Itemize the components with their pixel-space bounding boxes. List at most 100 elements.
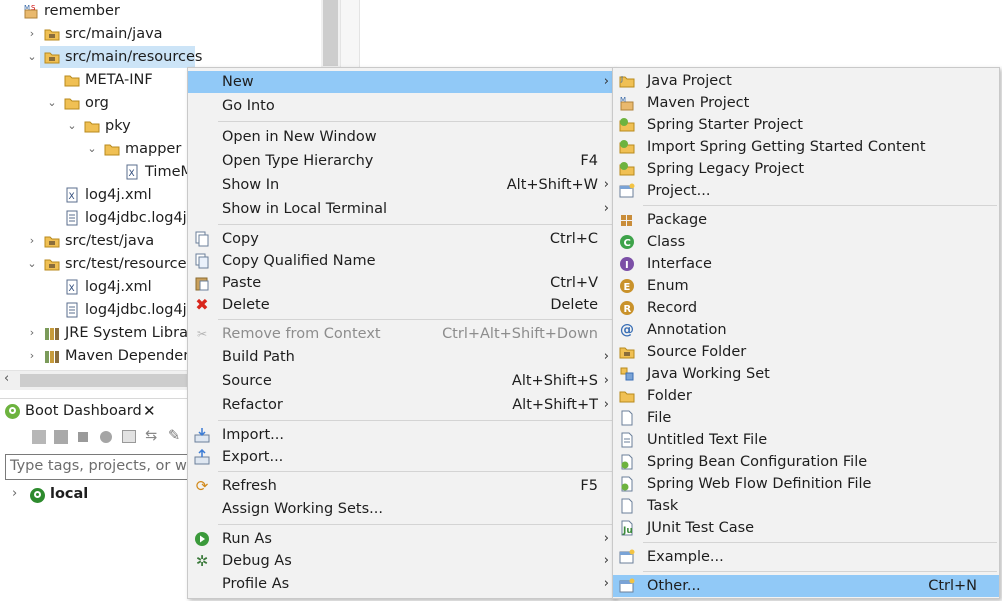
menu-item-new[interactable]: New › <box>188 71 614 93</box>
remove-context-icon: ✂ <box>196 327 208 341</box>
menu-shortcut: Ctrl+C <box>549 231 598 247</box>
chevron-down-icon[interactable]: ⌄ <box>87 138 97 160</box>
menu-item-open-type-hierarchy[interactable]: Open Type Hierarchy F4 <box>188 150 614 172</box>
menu-item-spring-web-flow[interactable]: Spring Web Flow Definition File <box>613 473 999 495</box>
menu-label: Delete <box>222 297 270 313</box>
menu-label: Class <box>647 234 686 250</box>
chevron-right-icon: › <box>603 397 609 412</box>
menu-item-java-project[interactable]: J Java Project <box>613 70 999 92</box>
menu-label: Project... <box>647 183 711 199</box>
menu-item-copy-qualified-name[interactable]: Copy Qualified Name <box>188 250 614 272</box>
menu-item-copy[interactable]: Copy Ctrl+C <box>188 228 614 250</box>
menu-item-show-local-terminal[interactable]: Show in Local Terminal › <box>188 198 614 220</box>
copy-qualified-icon <box>194 253 210 269</box>
start-icon[interactable] <box>32 430 46 444</box>
tree-item-src-main-resources[interactable]: ⌄ src/main/resources <box>0 46 320 68</box>
menu-separator <box>218 471 612 472</box>
menu-item-maven-project[interactable]: M Maven Project <box>613 92 999 114</box>
menu-item-assign-working-sets[interactable]: Assign Working Sets... <box>188 498 614 520</box>
dashboard-filter-input[interactable]: Type tags, projects, or working set name… <box>5 454 205 480</box>
menu-label: Other... <box>647 578 701 594</box>
close-icon[interactable]: ✕ <box>143 402 156 420</box>
svg-text:M: M <box>620 96 626 104</box>
junit-icon: Ju <box>619 520 635 536</box>
menu-item-delete[interactable]: ✖ Delete Delete <box>188 294 614 316</box>
chevron-right-icon: › <box>603 553 609 568</box>
open-browser-icon[interactable] <box>100 431 112 443</box>
menu-separator <box>218 420 612 421</box>
svg-text:E: E <box>624 282 631 293</box>
menu-item-task[interactable]: Task <box>613 495 999 517</box>
menu-label: Show in Local Terminal <box>222 201 388 217</box>
menu-item-paste[interactable]: Paste Ctrl+V <box>188 272 614 294</box>
search-placeholder: Type tags, projects, or working set name… <box>10 458 204 474</box>
menu-item-enum[interactable]: E Enum <box>613 275 999 297</box>
menu-item-example[interactable]: Example... <box>613 546 999 568</box>
menu-shortcut: Ctrl+V <box>550 275 598 291</box>
debug-icon[interactable] <box>54 430 68 444</box>
menu-item-export[interactable]: Export... <box>188 446 614 468</box>
chevron-right-icon[interactable]: › <box>27 345 37 367</box>
menu-item-package[interactable]: Package <box>613 209 999 231</box>
edit-icon[interactable]: ✎ <box>168 428 180 444</box>
scroll-left-icon[interactable]: ‹ <box>4 371 9 386</box>
tree-item-remember[interactable]: ⌄ MS remember <box>0 0 320 22</box>
horizontal-scrollbar-thumb[interactable] <box>20 374 190 387</box>
menu-item-spring-legacy-project[interactable]: Spring Legacy Project <box>613 158 999 180</box>
chevron-down-icon[interactable]: ⌄ <box>27 253 37 275</box>
tree-item-label: META-INF <box>85 72 153 88</box>
menu-item-debug-as[interactable]: ✲ Debug As › <box>188 550 614 572</box>
tree-item-label: JRE System Library <box>65 325 203 341</box>
menu-item-class[interactable]: C Class <box>613 231 999 253</box>
menu-item-record[interactable]: R Record <box>613 297 999 319</box>
run-icon <box>194 531 210 547</box>
chevron-down-icon[interactable]: ⌄ <box>67 115 77 137</box>
menu-item-import-spring-content[interactable]: Import Spring Getting Started Content <box>613 136 999 158</box>
menu-item-interface[interactable]: I Interface <box>613 253 999 275</box>
menu-item-project[interactable]: Project... <box>613 180 999 202</box>
menu-item-file[interactable]: File <box>613 407 999 429</box>
menu-item-go-into[interactable]: Go Into <box>188 95 614 117</box>
menu-item-java-working-set[interactable]: Java Working Set <box>613 363 999 385</box>
spring-bean-icon <box>619 454 635 470</box>
menu-item-annotation[interactable]: @ Annotation <box>613 319 999 341</box>
menu-label: Java Working Set <box>647 366 770 382</box>
menu-label: Remove from Context <box>222 326 381 342</box>
menu-item-open-new-window[interactable]: Open in New Window <box>188 126 614 148</box>
menu-item-refresh[interactable]: ⟳ Refresh F5 <box>188 475 614 497</box>
menu-label: Example... <box>647 549 724 565</box>
link-icon[interactable]: ⇆ <box>145 428 157 444</box>
menu-item-untitled-text-file[interactable]: Untitled Text File <box>613 429 999 451</box>
menu-item-run-as[interactable]: Run As › <box>188 528 614 550</box>
menu-item-spring-starter-project[interactable]: Spring Starter Project <box>613 114 999 136</box>
menu-item-refactor[interactable]: Refactor Alt+Shift+T › <box>188 394 614 416</box>
menu-item-other[interactable]: Other... Ctrl+N <box>613 575 999 597</box>
menu-label: Paste <box>222 275 262 291</box>
tree-item-local[interactable]: › local <box>0 484 180 508</box>
menu-item-folder[interactable]: Folder <box>613 385 999 407</box>
chevron-right-icon[interactable]: › <box>27 322 37 344</box>
menu-item-source-folder[interactable]: Source Folder <box>613 341 999 363</box>
new-submenu: J Java Project M Maven Project Spring St… <box>612 67 1000 599</box>
console-icon[interactable] <box>122 430 136 443</box>
menu-item-import[interactable]: Import... <box>188 424 614 446</box>
stop-icon[interactable] <box>78 432 88 442</box>
menu-item-spring-bean-config[interactable]: Spring Bean Configuration File <box>613 451 999 473</box>
chevron-right-icon[interactable]: › <box>27 230 37 252</box>
vertical-scrollbar-thumb[interactable] <box>323 0 338 66</box>
chevron-down-icon[interactable]: ⌄ <box>27 46 37 68</box>
chevron-down-icon[interactable]: ⌄ <box>47 92 57 114</box>
menu-separator <box>218 224 612 225</box>
chevron-right-icon[interactable]: › <box>12 486 17 501</box>
menu-item-source[interactable]: Source Alt+Shift+S › <box>188 370 614 392</box>
menu-item-junit-test-case[interactable]: Ju JUnit Test Case <box>613 517 999 539</box>
menu-label: Open in New Window <box>222 129 377 145</box>
chevron-right-icon[interactable]: › <box>27 23 37 45</box>
record-icon: R <box>619 300 635 316</box>
menu-item-profile-as[interactable]: Profile As › <box>188 573 614 595</box>
menu-item-show-in[interactable]: Show In Alt+Shift+W › <box>188 174 614 196</box>
menu-item-build-path[interactable]: Build Path › <box>188 346 614 368</box>
menu-label: Untitled Text File <box>647 432 768 448</box>
tree-item-src-main-java[interactable]: › src/main/java <box>0 23 320 45</box>
tree-item-label: log4jdbc.log4j2 <box>85 302 196 318</box>
